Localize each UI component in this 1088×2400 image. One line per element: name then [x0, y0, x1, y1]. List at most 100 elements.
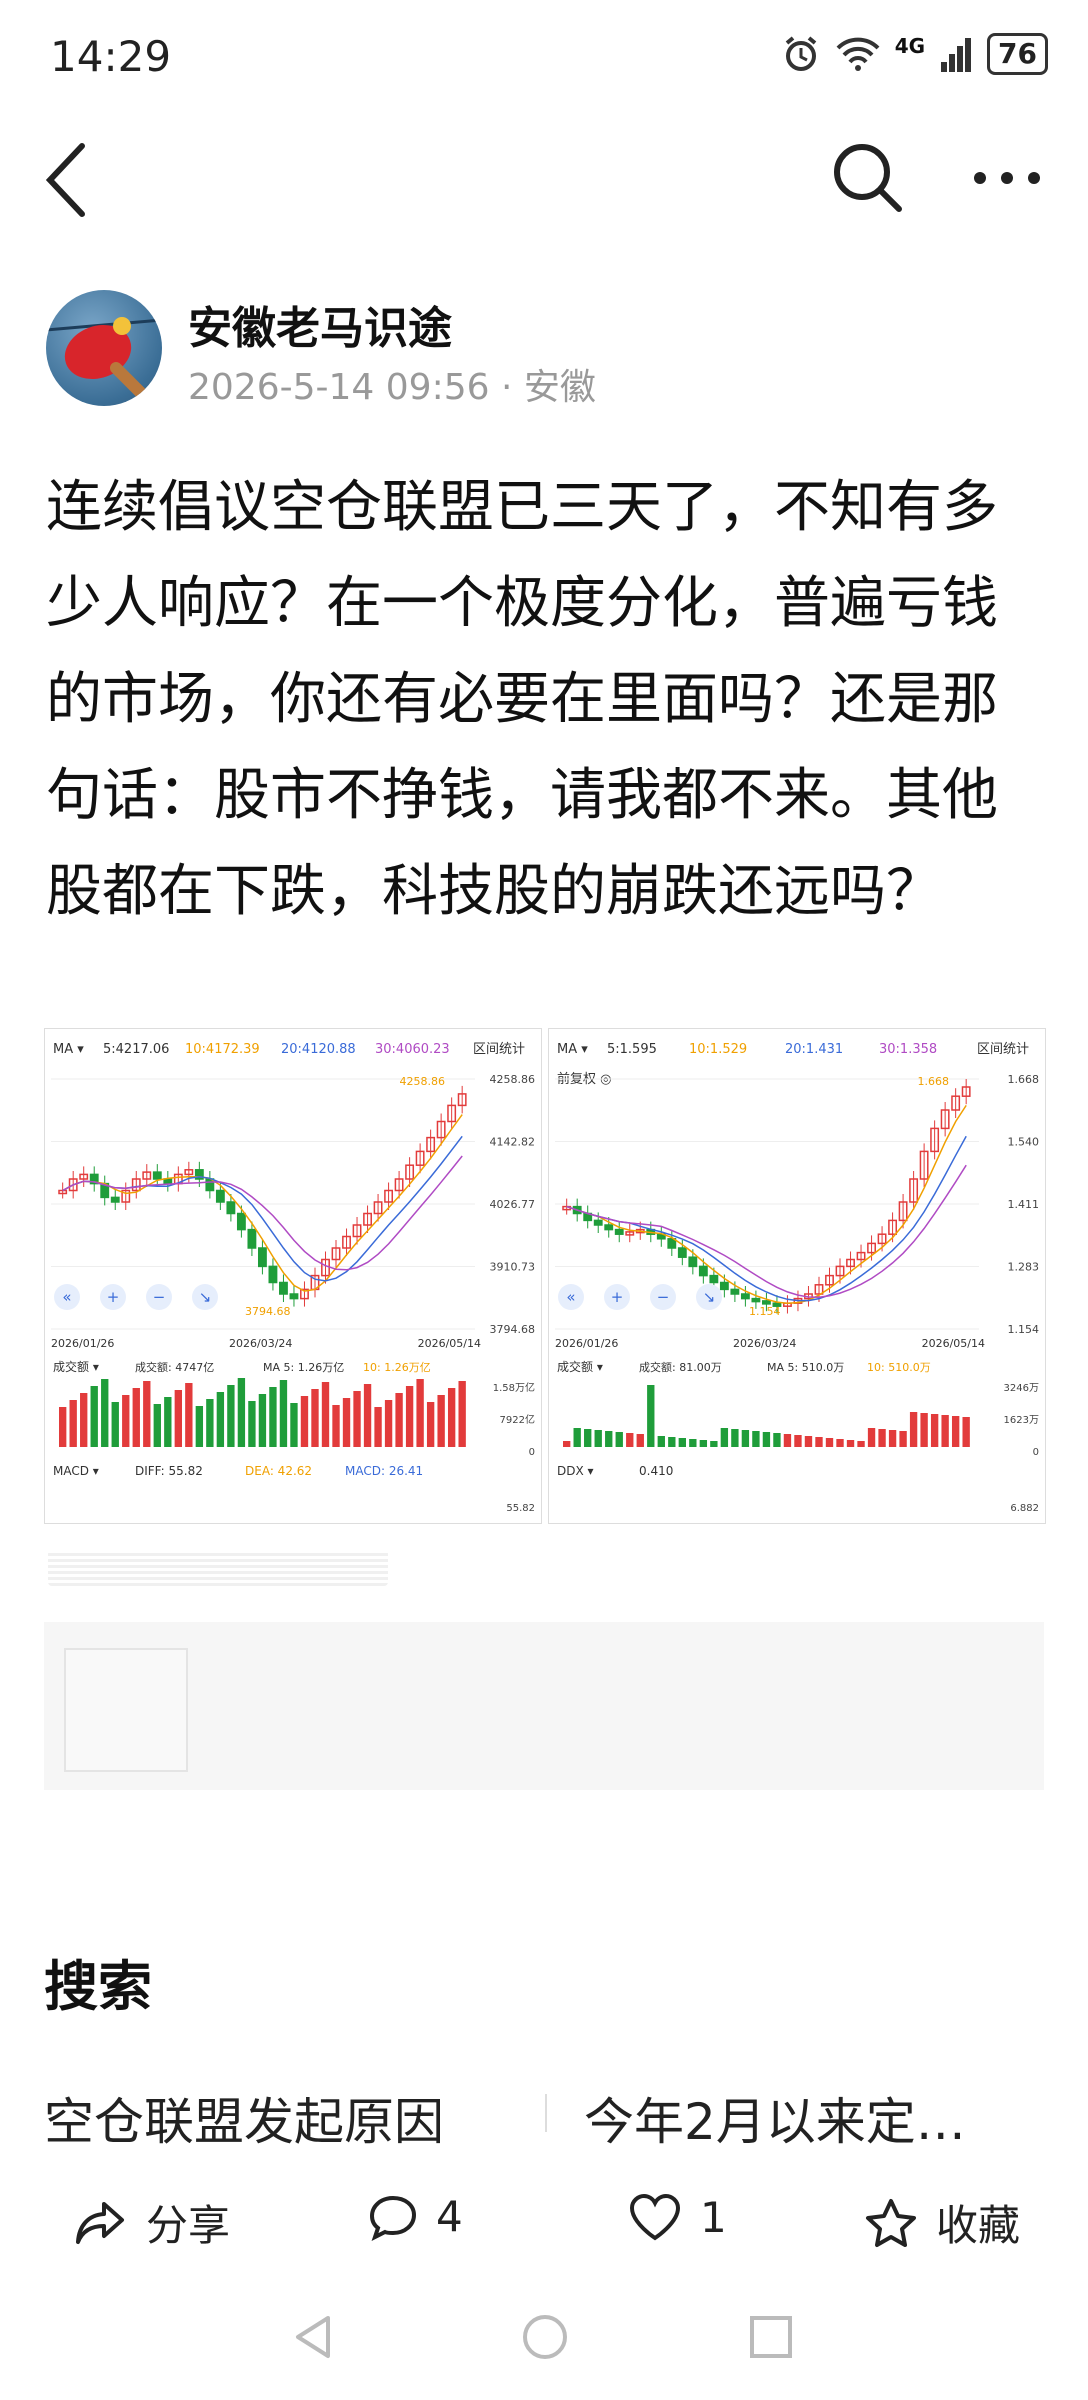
volume-label: 成交额 ▾: [557, 1359, 603, 1374]
share-button[interactable]: 分享: [74, 2192, 230, 2253]
price-axis-label: 1.668: [1008, 1073, 1040, 1086]
volume-axis-label: 0: [529, 1447, 535, 1458]
indicator-label: DDX ▾: [557, 1464, 594, 1478]
wifi-icon: [836, 37, 880, 71]
volume-bar: [636, 1434, 644, 1447]
volume-bar: [237, 1378, 246, 1447]
volume-bar: [311, 1389, 319, 1447]
volume-bar: [825, 1438, 834, 1447]
candlestick: [751, 1297, 761, 1303]
volume-bar: [846, 1440, 855, 1447]
volume-bar: [773, 1433, 781, 1447]
volume-bar: [416, 1379, 424, 1447]
volume-bar: [332, 1405, 340, 1447]
date-label: 2026/01/26: [51, 1337, 114, 1350]
post-meta: 2026-5-14 09:56 · 安徽: [188, 367, 596, 408]
comment-icon: [369, 2195, 417, 2241]
volume-bar: [836, 1439, 844, 1447]
volume-bar: [216, 1392, 225, 1447]
candlestick: [688, 1256, 698, 1268]
search-suggestion-2[interactable]: 今年2月以来定…: [584, 2082, 1004, 2154]
candlestick: [730, 1288, 740, 1295]
comment-button[interactable]: 4: [368, 2192, 463, 2241]
volume-bar: [678, 1438, 686, 1447]
back-icon[interactable]: [42, 140, 92, 220]
nav-recents-icon[interactable]: [748, 2314, 794, 2360]
status-icons: 4G 76: [781, 30, 1048, 78]
ma10-value: 10:1.529: [689, 1042, 747, 1057]
volume-bar: [584, 1429, 592, 1447]
volume-bar: [80, 1393, 88, 1447]
volume-bar: [122, 1395, 130, 1447]
volume-bar: [153, 1404, 161, 1447]
volume-bar: [668, 1437, 676, 1447]
price-axis-label: 3794.68: [490, 1323, 536, 1336]
volume-bar: [878, 1429, 886, 1447]
zoom-control: −: [657, 1288, 670, 1306]
alarm-icon: [785, 36, 816, 71]
volume-bar: [111, 1402, 119, 1447]
candlestick: [257, 1247, 267, 1268]
volume-bar: [783, 1434, 792, 1447]
status-bar: 14:29 4G 76: [0, 0, 1088, 110]
zoom-control: ↘: [199, 1288, 212, 1306]
volume-bar: [290, 1403, 298, 1447]
system-nav-bar: [0, 2290, 1088, 2400]
author-name[interactable]: 安徽老马识途: [188, 292, 452, 356]
volume-bar: [951, 1416, 960, 1447]
volume-bar: [101, 1379, 109, 1447]
volume-bar: [762, 1432, 771, 1447]
nav-home-icon[interactable]: [520, 2312, 570, 2362]
candlestick: [279, 1281, 288, 1295]
stock-chart-image-2[interactable]: MA ▾ 5:1.595 10:1.529 20:1.431 30:1.358 区间统计前…: [548, 1028, 1046, 1524]
interval-stats-button: 区间统计: [473, 1042, 525, 1057]
volume-bar: [857, 1441, 865, 1447]
share-icon: [76, 2201, 124, 2244]
volume-bar: [353, 1391, 361, 1447]
volume-bar: [447, 1388, 456, 1447]
status-time: 14:29: [50, 32, 172, 81]
candlestick: [761, 1300, 771, 1305]
indicator-value-1: DIFF: 55.82: [135, 1464, 203, 1478]
price-axis-label: 1.540: [1008, 1136, 1040, 1149]
volume-bar: [731, 1429, 739, 1447]
avatar[interactable]: [46, 290, 162, 406]
signal-type: 4G: [894, 34, 926, 58]
more-icon[interactable]: [972, 158, 1042, 198]
candlestick: [698, 1265, 708, 1277]
volume-bar: [930, 1414, 939, 1447]
volume-bar: [174, 1390, 182, 1447]
volume-value: 成交额: 4747亿: [135, 1360, 214, 1374]
zoom-control: «: [62, 1288, 71, 1306]
price-axis-label: 1.154: [1008, 1323, 1040, 1336]
volume-bar: [143, 1381, 151, 1447]
volume-bar: [342, 1398, 351, 1447]
ma5-value: 5:1.595: [607, 1042, 657, 1057]
divider: [545, 2094, 547, 2132]
signal-icon: [941, 38, 972, 72]
date-label: 2026/05/14: [922, 1337, 985, 1350]
favorite-button[interactable]: 收藏: [864, 2192, 1020, 2253]
stock-chart-image-1[interactable]: MA ▾ 5:4217.06 10:4172.39 20:4120.88 30:4060…: [44, 1028, 542, 1524]
zoom-control: «: [566, 1288, 575, 1306]
volume-bar: [867, 1428, 876, 1447]
low-marker: 1.154: [749, 1305, 781, 1318]
nav-back-icon[interactable]: [290, 2312, 340, 2362]
date-label: 2026/05/14: [418, 1337, 481, 1350]
price-axis-label: 4142.82: [490, 1136, 536, 1149]
high-marker: 4258.86: [400, 1075, 446, 1088]
search-section-title: 搜索: [44, 1955, 152, 2018]
volume-bar: [384, 1400, 393, 1447]
volume-bar: [720, 1428, 729, 1447]
date-label: 2026/01/26: [555, 1337, 618, 1350]
indicator-value-1: 0.410: [639, 1464, 673, 1478]
search-suggestion-1[interactable]: 空仓联盟发起原因: [44, 2082, 514, 2154]
volume-bar: [405, 1386, 414, 1447]
volume-bar: [164, 1397, 172, 1447]
volume-bar: [563, 1441, 571, 1447]
volume-bar: [899, 1431, 907, 1447]
ad-placeholder[interactable]: [44, 1622, 1044, 1790]
search-icon[interactable]: [830, 140, 906, 216]
volume-bar: [69, 1400, 77, 1447]
like-button[interactable]: 1: [628, 2192, 727, 2242]
